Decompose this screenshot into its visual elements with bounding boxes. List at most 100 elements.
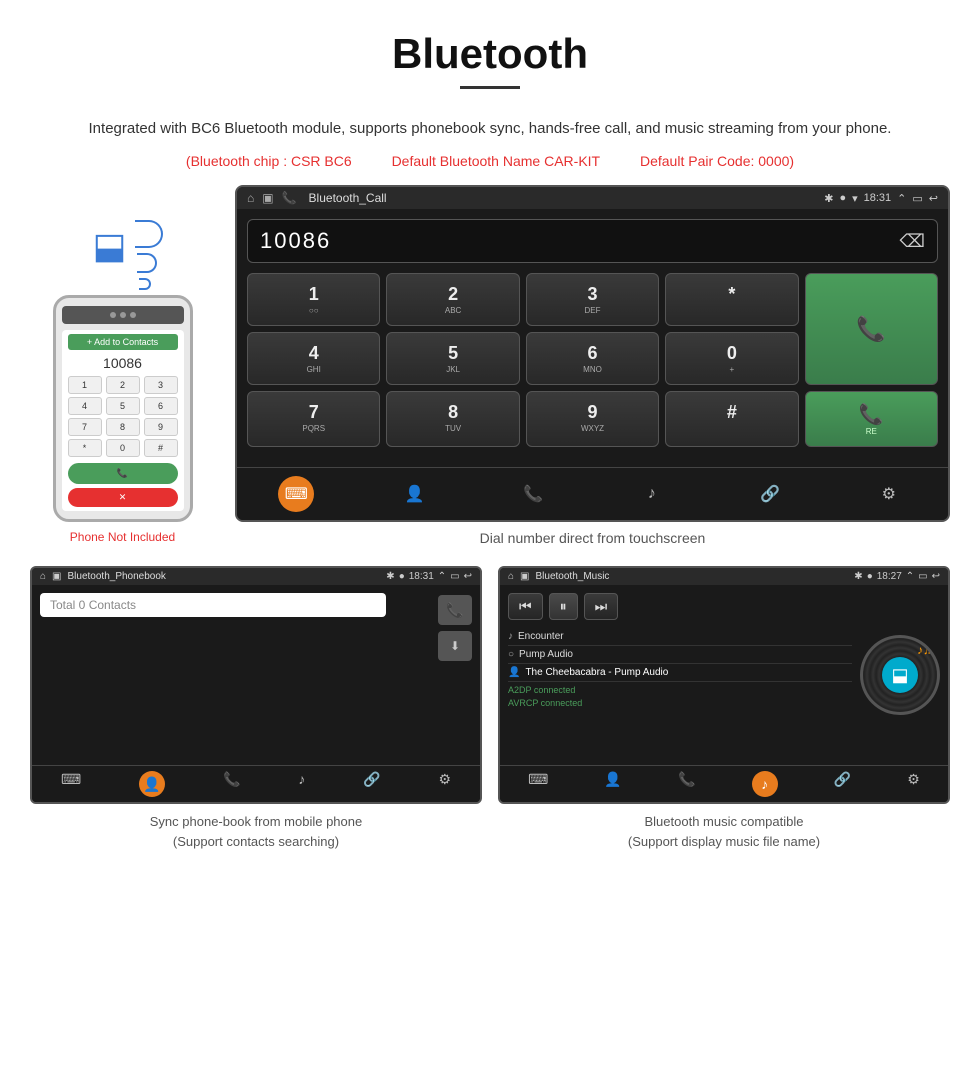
mu-nav-dialpad[interactable]: ⌨	[528, 771, 548, 797]
nav-music-icon[interactable]: ♪	[634, 476, 670, 512]
music-bottom-nav: ⌨ 👤 📞 ♪ 🔗 ⚙	[500, 765, 948, 802]
mu-back: ↩	[932, 571, 940, 582]
album-art-container: ⬓ ♪♫	[860, 593, 940, 757]
pb-nav-contacts[interactable]: 👤	[139, 771, 165, 797]
key-0-sub: +	[670, 365, 793, 374]
spec-code: Default Pair Code: 0000)	[640, 153, 794, 169]
pb-nav-call[interactable]: 📞	[223, 771, 240, 797]
music-track-2: ○ Pump Audio	[508, 646, 852, 664]
mu-nav-settings[interactable]: ⚙	[907, 771, 920, 797]
pb-nav-music[interactable]: ♪	[298, 771, 305, 797]
nav-contacts-icon[interactable]: 👤	[397, 476, 433, 512]
phone-call-button[interactable]: 📞	[68, 463, 178, 484]
key-8-main: 8	[391, 402, 514, 423]
phone-not-included-label: Phone Not Included	[70, 530, 175, 544]
key-hash-main: #	[670, 402, 793, 423]
mu-sim-icon: ▣	[520, 571, 529, 582]
phone-dialed-number: 10086	[68, 355, 178, 371]
key-9-sub: WXYZ	[531, 424, 654, 433]
pb-nav-dialpad[interactable]: ⌨	[61, 771, 81, 797]
phone-end-button[interactable]: ✕	[68, 488, 178, 507]
mu-nav-call[interactable]: 📞	[678, 771, 695, 797]
phonebook-placeholder: Total 0 Contacts	[50, 598, 136, 612]
key-9[interactable]: 9 WXYZ	[526, 391, 659, 447]
main-section: ⬓ + Add to Contacts 10086 1 2 3	[0, 185, 980, 556]
key-1-main: 1	[252, 284, 375, 305]
track-name-2: Pump Audio	[519, 649, 573, 660]
phone-dot	[110, 312, 116, 318]
phonebook-call-button[interactable]: 📞	[438, 595, 472, 625]
key-8-sub: TUV	[391, 424, 514, 433]
phonebook-caption: Sync phone-book from mobile phone (Suppo…	[150, 812, 362, 851]
pb-statusbar-title: Bluetooth_Phonebook	[68, 571, 381, 582]
pb-nav-settings[interactable]: ⚙	[438, 771, 451, 797]
phone-key-7: 7	[68, 418, 102, 436]
mu-nav-link[interactable]: 🔗	[834, 771, 851, 797]
pb-expand: ⌃	[438, 571, 446, 582]
mu-dot: ●	[867, 571, 873, 582]
phone-key-star: *	[68, 439, 102, 457]
car-screen-large: ⌂ ▣ 📞 Bluetooth_Call ✱ ● ▾ 18:31 ⌃ ▭ ↩ 1…	[235, 185, 950, 522]
call-button[interactable]: 📞	[805, 273, 938, 385]
key-6[interactable]: 6 MNO	[526, 332, 659, 385]
phonebook-caption-line1: Sync phone-book from mobile phone	[150, 812, 362, 832]
music-content: ⏮ ⏸ ⏭ ♪ Encounter ○ Pump Audio	[500, 585, 948, 765]
play-pause-button[interactable]: ⏸	[549, 593, 578, 620]
key-7-main: 7	[252, 402, 375, 423]
window-icon: ▭	[912, 192, 922, 205]
phonebook-statusbar: ⌂ ▣ Bluetooth_Phonebook ✱ ● 18:31 ⌃ ▭ ↩	[32, 568, 480, 585]
phone-dot	[120, 312, 126, 318]
backspace-button[interactable]: ⌫	[900, 231, 925, 252]
nav-link-icon[interactable]: 🔗	[752, 476, 788, 512]
key-3[interactable]: 3 DEF	[526, 273, 659, 326]
key-star-main: *	[670, 284, 793, 305]
artist-icon: 👤	[508, 667, 520, 678]
signal-wave-medium	[137, 253, 157, 273]
mu-statusbar-right: ✱ ● 18:27 ⌃ ▭ ↩	[854, 571, 940, 582]
mu-nav-music[interactable]: ♪	[752, 771, 778, 797]
pb-home-icon: ⌂	[40, 571, 46, 582]
key-5-sub: JKL	[391, 365, 514, 374]
music-caption-line1: Bluetooth music compatible	[628, 812, 820, 832]
phonebook-download-button[interactable]: ⬇	[438, 631, 472, 661]
key-1[interactable]: 1 ○○	[247, 273, 380, 326]
music-screen: ⌂ ▣ Bluetooth_Music ✱ ● 18:27 ⌃ ▭ ↩ ⏮ ⏸	[498, 566, 950, 804]
spec-line: (Bluetooth chip : CSR BC6 Default Blueto…	[0, 149, 980, 185]
key-0[interactable]: 0 +	[665, 332, 798, 385]
key-hash[interactable]: #	[665, 391, 798, 447]
phone-key-hash: #	[144, 439, 178, 457]
music-track-3: 👤 The Cheebacabra - Pump Audio	[508, 664, 852, 682]
nav-dialpad-icon[interactable]: ⌨	[278, 476, 314, 512]
key-3-sub: DEF	[531, 306, 654, 315]
page-title: Bluetooth	[20, 30, 960, 78]
album-art: ⬓ ♪♫	[860, 635, 940, 715]
signal-wave-large	[135, 220, 163, 248]
key-7[interactable]: 7 PQRS	[247, 391, 380, 447]
key-4[interactable]: 4 GHI	[247, 332, 380, 385]
a2dp-status: A2DP connected	[508, 685, 852, 695]
key-9-main: 9	[531, 402, 654, 423]
phone-key-row: 4 5 6	[68, 397, 178, 415]
nav-call-icon[interactable]: 📞	[515, 476, 551, 512]
next-button[interactable]: ⏭	[584, 593, 619, 620]
key-star[interactable]: *	[665, 273, 798, 326]
dial-display: 10086 ⌫	[247, 219, 938, 263]
redial-button[interactable]: 📞RE	[805, 391, 938, 447]
music-caption-line2: (Support display music file name)	[628, 832, 820, 852]
key-6-sub: MNO	[531, 365, 654, 374]
nav-settings-icon[interactable]: ⚙	[871, 476, 907, 512]
phone-screen-header: + Add to Contacts	[68, 334, 178, 350]
key-5[interactable]: 5 JKL	[386, 332, 519, 385]
back-icon: ↩	[929, 192, 938, 205]
mu-nav-contacts[interactable]: 👤	[604, 771, 621, 797]
key-8[interactable]: 8 TUV	[386, 391, 519, 447]
phone-section: ⬓ + Add to Contacts 10086 1 2 3	[30, 185, 215, 544]
prev-button[interactable]: ⏮	[508, 593, 543, 620]
bottom-screens-section: ⌂ ▣ Bluetooth_Phonebook ✱ ● 18:31 ⌃ ▭ ↩ …	[0, 566, 980, 851]
key-2[interactable]: 2 ABC	[386, 273, 519, 326]
call-icon: 📞	[282, 191, 297, 205]
statusbar-time: 18:31	[864, 192, 892, 204]
pb-nav-link[interactable]: 🔗	[363, 771, 380, 797]
expand-icon: ⌃	[897, 192, 906, 205]
statusbar-right: ✱ ● ▾ 18:31 ⌃ ▭ ↩	[824, 192, 938, 205]
